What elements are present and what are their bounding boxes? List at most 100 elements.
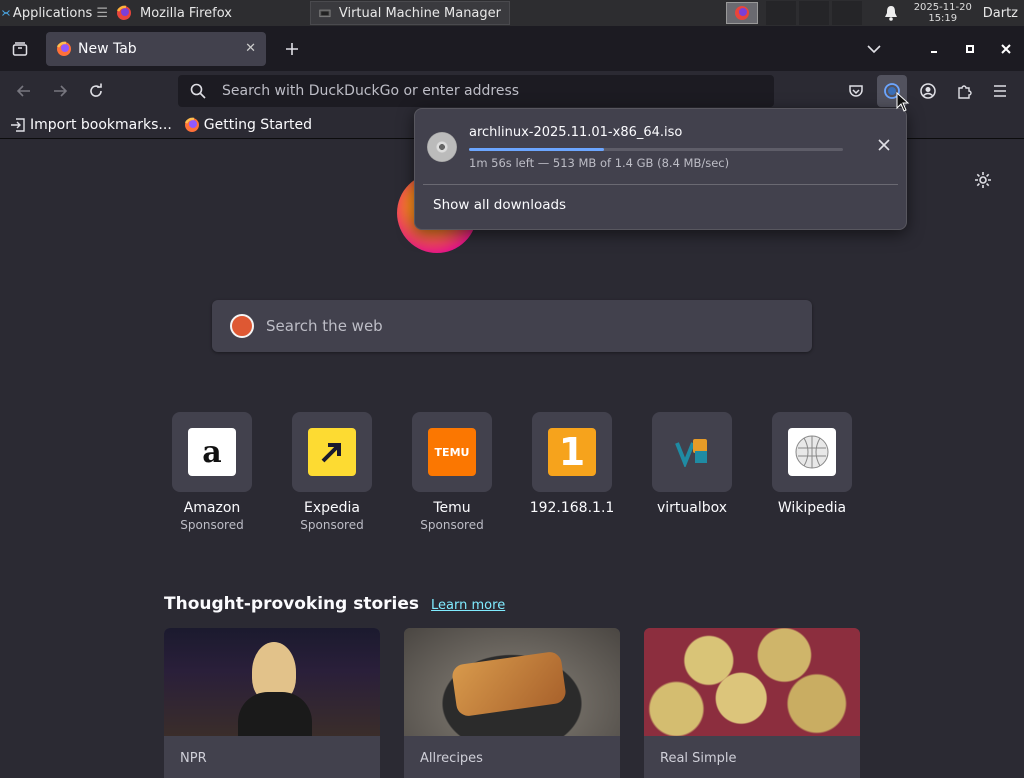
- extensions-button[interactable]: [946, 75, 982, 107]
- download-status: 1m 56s left — 513 MB of 1.4 GB (8.4 MB/s…: [469, 156, 730, 170]
- import-icon: [11, 117, 25, 132]
- account-button[interactable]: [910, 75, 946, 107]
- top-site-amazon[interactable]: a Amazon Sponsored: [152, 412, 272, 532]
- disc-image-icon: [427, 132, 457, 162]
- plus-icon: [286, 42, 298, 55]
- story-image: [404, 628, 620, 736]
- workspace-4[interactable]: [831, 1, 862, 25]
- taskbar-window-firefox[interactable]: Mozilla Firefox: [108, 0, 304, 26]
- reload-button[interactable]: [78, 75, 114, 107]
- top-sites: a Amazon Sponsored Expedia Sponsored TEM…: [152, 412, 872, 532]
- learn-more-link[interactable]: Learn more: [431, 598, 505, 613]
- bookmark-label: Import bookmarks...: [30, 116, 172, 133]
- workspace-pager-active[interactable]: [725, 2, 758, 24]
- taskbar-window-label: Virtual Machine Manager: [338, 5, 501, 21]
- clock-date: 2025-11-20: [913, 2, 972, 13]
- story-image: [644, 628, 860, 736]
- top-site-router[interactable]: 1 192.168.1.1: [512, 412, 632, 532]
- story-source: Allrecipes: [420, 751, 483, 766]
- tab-label: New Tab: [78, 40, 137, 57]
- divider: [423, 184, 898, 185]
- pocket-icon: [849, 85, 863, 97]
- app-menu-button[interactable]: [982, 75, 1018, 107]
- duckduckgo-icon: [230, 314, 254, 338]
- account-icon: [920, 83, 936, 99]
- expedia-logo-icon: [308, 428, 356, 476]
- story-card-real-simple[interactable]: Real Simple: [644, 628, 860, 778]
- notification-bell-icon[interactable]: [879, 5, 903, 21]
- chevron-down-icon: [867, 44, 881, 53]
- tab-new-tab[interactable]: New Tab ✕: [46, 31, 266, 66]
- firefox-view-button[interactable]: [0, 26, 40, 71]
- firefox-icon: [184, 117, 199, 132]
- firefox-icon: [56, 41, 71, 56]
- top-site-wikipedia[interactable]: Wikipedia: [752, 412, 872, 532]
- firefox-icon: [116, 5, 131, 20]
- firefox-icon: [734, 6, 749, 20]
- firefox-view-icon: [12, 41, 28, 56]
- search-icon: [190, 83, 206, 99]
- story-card-npr[interactable]: NPR: [164, 628, 380, 778]
- close-window-button[interactable]: [988, 43, 1024, 54]
- web-search-box[interactable]: [212, 300, 812, 352]
- clock-time: 15:19: [928, 13, 958, 24]
- download-progress-bar: [469, 148, 843, 151]
- navigation-toolbar: [0, 71, 1024, 111]
- downloads-panel: archlinux-2025.11.01-x86_64.iso 1m 56s l…: [414, 108, 907, 230]
- bookmark-label: Getting Started: [203, 116, 313, 133]
- download-item[interactable]: archlinux-2025.11.01-x86_64.iso 1m 56s l…: [427, 121, 897, 175]
- applications-menu[interactable]: Applications ☰: [0, 0, 108, 26]
- new-tab-button[interactable]: [276, 33, 308, 65]
- workspace-2[interactable]: [765, 1, 796, 25]
- system-taskbar: Applications ☰ Mozilla Firefox Virtual Ma…: [0, 0, 1024, 26]
- download-progress-fill: [469, 148, 604, 151]
- pocket-button[interactable]: [838, 75, 874, 107]
- customize-gear-icon[interactable]: [974, 171, 992, 189]
- bookmark-getting-started[interactable]: Getting Started: [184, 117, 312, 133]
- top-site-virtualbox[interactable]: virtualbox: [632, 412, 752, 532]
- taskbar-window-vmm[interactable]: Virtual Machine Manager: [310, 1, 510, 25]
- address-bar[interactable]: [178, 75, 774, 107]
- reload-icon: [90, 83, 102, 97]
- amazon-logo-icon: a: [188, 428, 236, 476]
- puzzle-icon: [958, 85, 972, 99]
- story-card-allrecipes[interactable]: Allrecipes: [404, 628, 620, 778]
- tab-bar: New Tab ✕: [0, 26, 1024, 71]
- maximize-button[interactable]: [952, 44, 988, 54]
- minimize-button[interactable]: [916, 44, 952, 54]
- close-icon: [1001, 43, 1011, 54]
- back-button[interactable]: [6, 75, 42, 107]
- number-one-icon: 1: [548, 428, 596, 476]
- hamburger-menu-icon: [994, 85, 1006, 97]
- forward-arrow-icon: [54, 85, 68, 97]
- virtualbox-logo-icon: [668, 428, 716, 476]
- workspace-3[interactable]: [798, 1, 829, 25]
- top-site-temu[interactable]: TEMU Temu Sponsored: [392, 412, 512, 532]
- show-all-downloads-button[interactable]: Show all downloads: [433, 197, 566, 213]
- xfce-logo-icon: [2, 10, 10, 16]
- minimize-icon: [931, 50, 937, 53]
- cancel-download-icon[interactable]: [876, 137, 892, 153]
- virt-manager-icon: [319, 9, 331, 18]
- top-site-expedia[interactable]: Expedia Sponsored: [272, 412, 392, 532]
- stories-cards: NPR Allrecipes Real Simple: [164, 628, 884, 778]
- story-source: NPR: [180, 751, 207, 766]
- user-menu[interactable]: Dartz: [979, 6, 1024, 21]
- download-filename: archlinux-2025.11.01-x86_64.iso: [469, 125, 683, 140]
- applications-label: Applications: [12, 5, 93, 21]
- web-search-input[interactable]: [266, 317, 786, 335]
- story-image: [164, 628, 380, 736]
- address-input[interactable]: [222, 83, 742, 99]
- new-tab-page: a Amazon Sponsored Expedia Sponsored TEM…: [0, 139, 1024, 778]
- list-all-tabs-button[interactable]: [856, 44, 892, 54]
- back-arrow-icon: [16, 85, 30, 97]
- maximize-icon: [966, 44, 974, 53]
- clock[interactable]: 2025-11-20 15:19: [907, 2, 979, 24]
- wikipedia-globe-icon: [788, 428, 836, 476]
- bookmark-import[interactable]: Import bookmarks...: [10, 117, 172, 133]
- story-source: Real Simple: [660, 751, 737, 766]
- stories-heading: Thought-provoking stories: [164, 594, 420, 614]
- close-tab-icon[interactable]: ✕: [245, 41, 256, 56]
- forward-button[interactable]: [42, 75, 78, 107]
- stories-header: Thought-provoking stories Learn more: [164, 594, 505, 614]
